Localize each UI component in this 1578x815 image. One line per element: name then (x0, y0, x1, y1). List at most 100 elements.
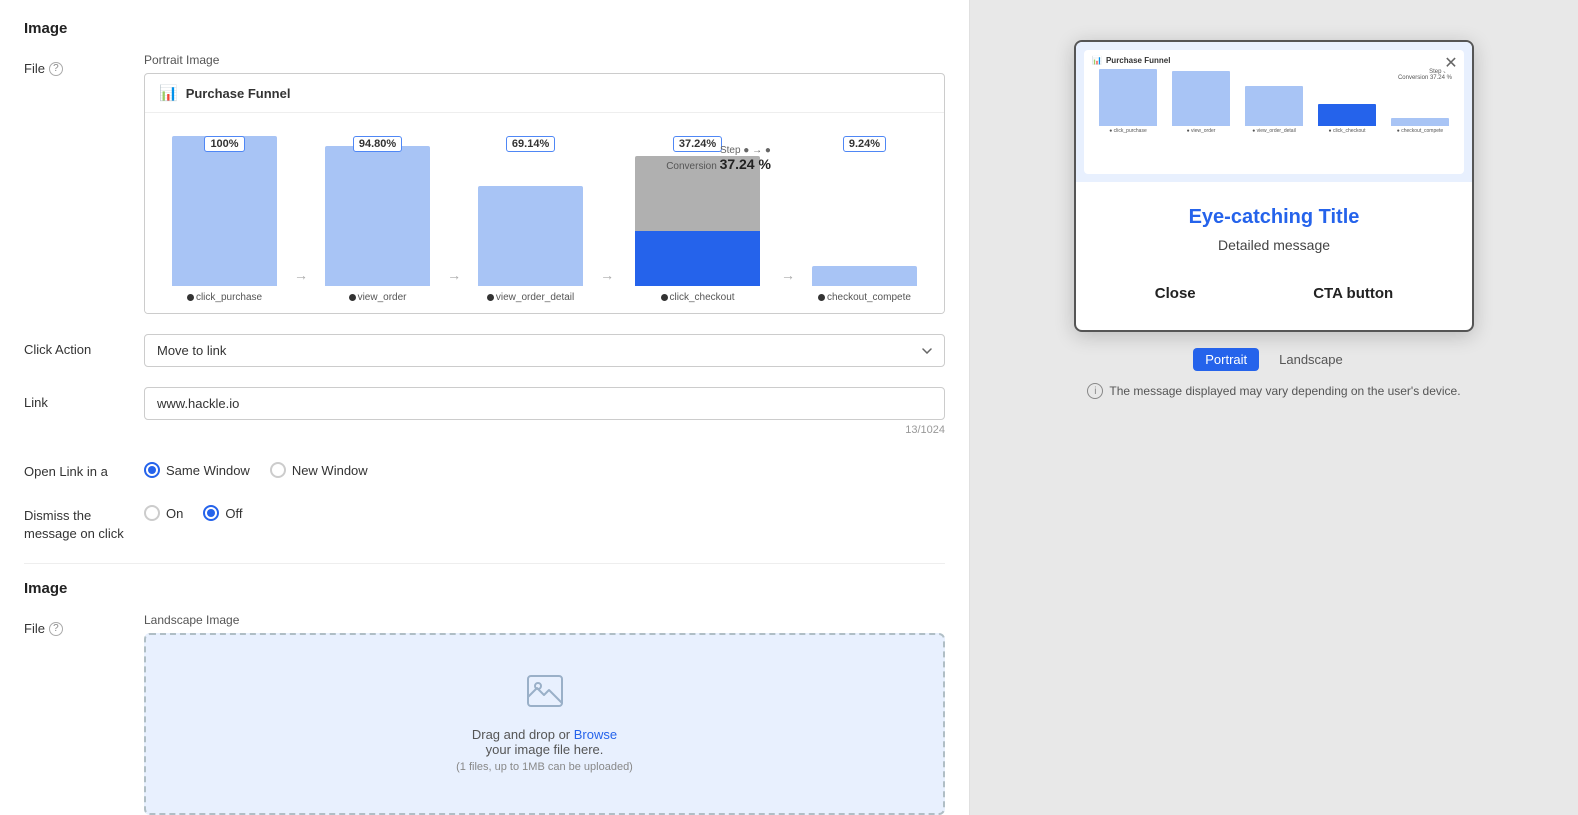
view-tabs: Portrait Landscape (1193, 348, 1355, 371)
bar-label-5: 9.24% (843, 136, 886, 152)
preview-buttons: Close CTA button (1096, 277, 1452, 310)
bar-label-2: 94.80% (353, 136, 402, 152)
landscape-file-help-icon[interactable]: ? (49, 622, 63, 636)
tab-landscape[interactable]: Landscape (1267, 348, 1355, 371)
landscape-image-label: Landscape Image (144, 613, 945, 627)
dismiss-on[interactable]: On (144, 505, 183, 521)
preview-chart-header: 📊 Purchase Funnel (1092, 56, 1456, 65)
info-icon: i (1087, 383, 1103, 399)
purchase-funnel-chart: 📊 Purchase Funnel 100% click (144, 73, 945, 314)
arrow-3: → (600, 267, 614, 303)
arrow-1: → (294, 267, 308, 303)
chart-step-2: 94.80% view_order (308, 129, 447, 303)
open-link-same-window[interactable]: Same Window (144, 462, 250, 478)
file-help-icon[interactable]: ? (49, 62, 63, 76)
preview-content: Eye-catching Title Detailed message Clos… (1076, 182, 1472, 330)
left-panel: Image File ? Portrait Image 📊 Purchase F… (0, 0, 970, 815)
chart-step-1: 100% click_purchase (155, 129, 294, 303)
preview-mini-bars: ● click_purchase ● view_order ● view_ord… (1092, 69, 1456, 134)
dismiss-label: Dismiss the message on click (24, 499, 144, 543)
mini-step-3: ● view_order_detail (1238, 69, 1310, 134)
upload-text: Drag and drop or Browse (472, 727, 617, 742)
dismiss-row: Dismiss the message on click On Off (24, 499, 945, 543)
bar-2 (325, 146, 429, 286)
chart-step-4: 37.24% Step ● → ● Conversion 37.24 % (614, 129, 781, 303)
portrait-image-content: Portrait Image 📊 Purchase Funnel 100% (144, 53, 945, 314)
step-label-3: view_order_detail (487, 292, 574, 303)
bar-3 (478, 186, 582, 286)
landscape-upload-area[interactable]: Drag and drop or Browse your image file … (144, 633, 945, 815)
bar-label-3: 69.14% (506, 136, 555, 152)
link-input[interactable] (144, 387, 945, 420)
step-label-4: click_checkout (661, 292, 735, 303)
step-label-2: view_order (349, 292, 407, 303)
bar-4-blue (635, 231, 760, 286)
radio-same-window[interactable] (144, 462, 160, 478)
preview-title: Eye-catching Title (1096, 206, 1452, 229)
click-action-row: Click Action Move to link Close message … (24, 334, 945, 367)
open-link-label: Open Link in a (24, 456, 144, 479)
chart-step-5: 9.24% checkout_compete (795, 129, 934, 303)
chart-body: 100% click_purchase → (145, 113, 944, 313)
arrow-2: → (447, 267, 461, 303)
chart-icon: 📊 (159, 84, 178, 102)
bar-1 (172, 136, 276, 286)
step-label-5: checkout_compete (818, 292, 911, 303)
upload-icon (527, 675, 563, 715)
landscape-file-row: File ? Landscape Image Drag and drop or (24, 613, 945, 815)
link-label: Link (24, 387, 144, 410)
radio-new-window[interactable] (270, 462, 286, 478)
bar-4-container (635, 156, 760, 286)
preview-btn-cta[interactable]: CTA button (1289, 277, 1417, 310)
link-content: 13/1024 (144, 387, 945, 436)
section-divider (24, 563, 945, 564)
open-link-new-window[interactable]: New Window (270, 462, 368, 478)
portrait-file-row: File ? Portrait Image 📊 Purchase Funnel (24, 53, 945, 314)
click-action-select[interactable]: Move to link Close message Do nothing (144, 334, 945, 367)
device-note-text: The message displayed may vary depending… (1109, 384, 1460, 398)
upload-browse-link[interactable]: Browse (574, 727, 617, 742)
image-heading-top: Image (24, 20, 945, 37)
image-heading-bottom: Image (24, 580, 945, 597)
tab-portrait[interactable]: Portrait (1193, 348, 1259, 371)
preview-chart-title: Purchase Funnel (1106, 56, 1170, 65)
dismiss-off[interactable]: Off (203, 505, 242, 521)
upload-hint: (1 files, up to 1MB can be uploaded) (456, 761, 633, 773)
preview-chart-area: 📊 Purchase Funnel ● click_purchase ● vie… (1076, 42, 1472, 182)
radio-dismiss-on[interactable] (144, 505, 160, 521)
step-label-1: click_purchase (187, 292, 262, 303)
right-panel: 📊 Purchase Funnel ● click_purchase ● vie… (970, 0, 1578, 815)
click-action-label: Click Action (24, 334, 144, 357)
click-action-content: Move to link Close message Do nothing (144, 334, 945, 367)
chart-step-3: 69.14% view_order_detail (461, 129, 600, 303)
upload-sub-text: your image file here. (486, 742, 604, 757)
chart-title: Purchase Funnel (186, 86, 291, 101)
landscape-file-label: File ? (24, 613, 144, 636)
image-section-bottom: Image File ? Landscape Image (24, 580, 945, 815)
char-count: 13/1024 (144, 424, 945, 436)
arrow-4: → (781, 267, 795, 303)
link-row: Link 13/1024 (24, 387, 945, 436)
open-link-radio-group: Same Window New Window (144, 456, 945, 478)
preview-chart-inner: 📊 Purchase Funnel ● click_purchase ● vie… (1084, 50, 1464, 174)
preview-close-button[interactable]: ✕ (1440, 52, 1462, 74)
mini-step-4: ● click_checkout (1311, 69, 1383, 134)
mini-step-2: ● view_order (1165, 69, 1237, 134)
chart-header: 📊 Purchase Funnel (145, 74, 944, 113)
portrait-image-label: Portrait Image (144, 53, 945, 67)
radio-dismiss-off[interactable] (203, 505, 219, 521)
dismiss-content: On Off (144, 499, 945, 521)
preview-chart-icon: 📊 (1092, 56, 1102, 65)
conversion-value: 37.24 % (720, 156, 771, 172)
portrait-file-label: File ? (24, 53, 144, 76)
conversion-info: Step ● → ● Conversion 37.24 % (666, 145, 771, 172)
dismiss-radio-group: On Off (144, 499, 945, 521)
bar-5 (812, 266, 916, 286)
preview-modal: 📊 Purchase Funnel ● click_purchase ● vie… (1074, 40, 1474, 332)
landscape-image-content: Landscape Image Drag and drop or Browse … (144, 613, 945, 815)
preview-btn-close[interactable]: Close (1131, 277, 1220, 310)
device-note: i The message displayed may vary dependi… (1087, 383, 1460, 399)
image-section-top: Image File ? Portrait Image 📊 Purchase F… (24, 20, 945, 543)
preview-message: Detailed message (1096, 237, 1452, 253)
mini-step-1: ● click_purchase (1092, 69, 1164, 134)
